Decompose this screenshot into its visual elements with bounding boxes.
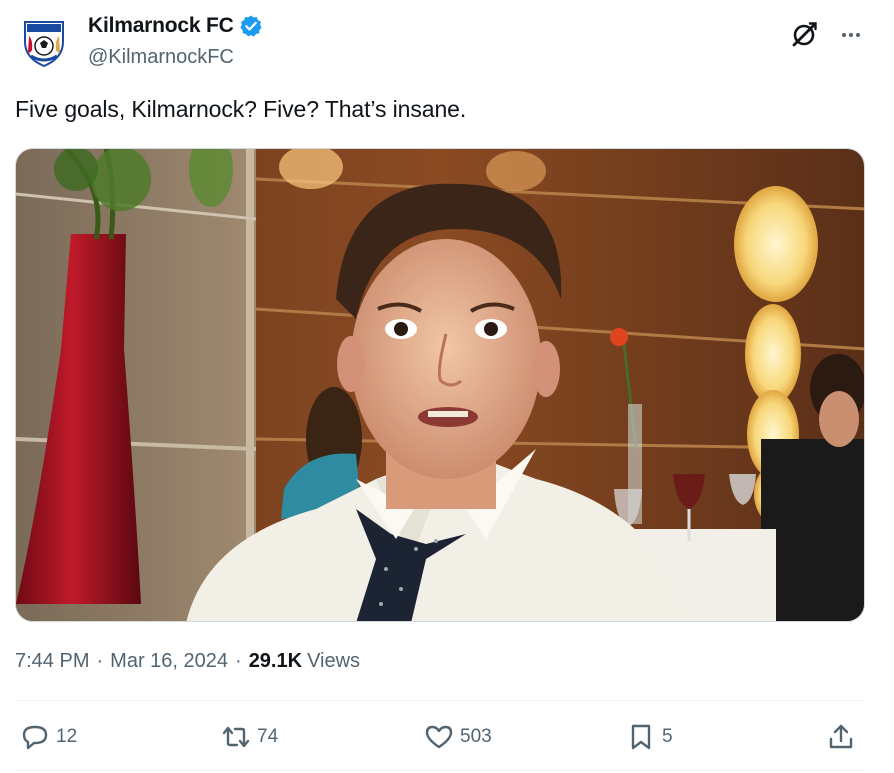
bookmark-button[interactable]: 5 <box>626 720 673 754</box>
bookmark-count: 5 <box>662 726 673 747</box>
verified-badge-icon[interactable] <box>239 14 263 38</box>
author-name-row: Kilmarnock FC <box>88 14 263 38</box>
like-button[interactable]: 503 <box>424 720 492 754</box>
reply-icon <box>22 725 48 750</box>
reply-count: 12 <box>56 726 78 747</box>
repost-icon <box>222 726 250 748</box>
reply-button[interactable]: 12 <box>20 720 77 754</box>
author-display-name[interactable]: Kilmarnock FC <box>88 14 234 38</box>
tweet-text: Five goals, Kilmarnock? Five? That’s ins… <box>15 96 467 122</box>
divider <box>15 700 865 701</box>
heart-icon <box>425 725 453 749</box>
like-count: 503 <box>460 726 492 747</box>
bookmark-icon <box>631 724 651 750</box>
more-options-icon[interactable] <box>836 22 866 48</box>
meta-separator: · <box>235 650 242 672</box>
share-button[interactable] <box>826 720 862 754</box>
author-handle[interactable]: @KilmarnockFC <box>88 46 234 69</box>
divider <box>15 770 865 771</box>
club-crest-icon <box>24 21 64 68</box>
share-icon <box>829 724 853 749</box>
grok-icon[interactable] <box>789 20 819 50</box>
tweet-card: Kilmarnock FC @KilmarnockFC Five goals, … <box>0 0 894 773</box>
tweet-meta: 7:44 PM · Mar 16, 2024 · 29.1K Views <box>15 650 360 673</box>
views-label[interactable]: Views <box>307 650 360 673</box>
tweet-date[interactable]: Mar 16, 2024 <box>110 650 228 673</box>
repost-button[interactable]: 74 <box>221 720 278 754</box>
video-still-image <box>16 149 864 621</box>
views-count[interactable]: 29.1K <box>249 650 302 673</box>
meta-separator: · <box>96 650 104 672</box>
repost-count: 74 <box>257 726 279 747</box>
avatar[interactable] <box>15 12 73 70</box>
tweet-media-image[interactable] <box>15 148 865 622</box>
tweet-time[interactable]: 7:44 PM <box>15 650 89 673</box>
